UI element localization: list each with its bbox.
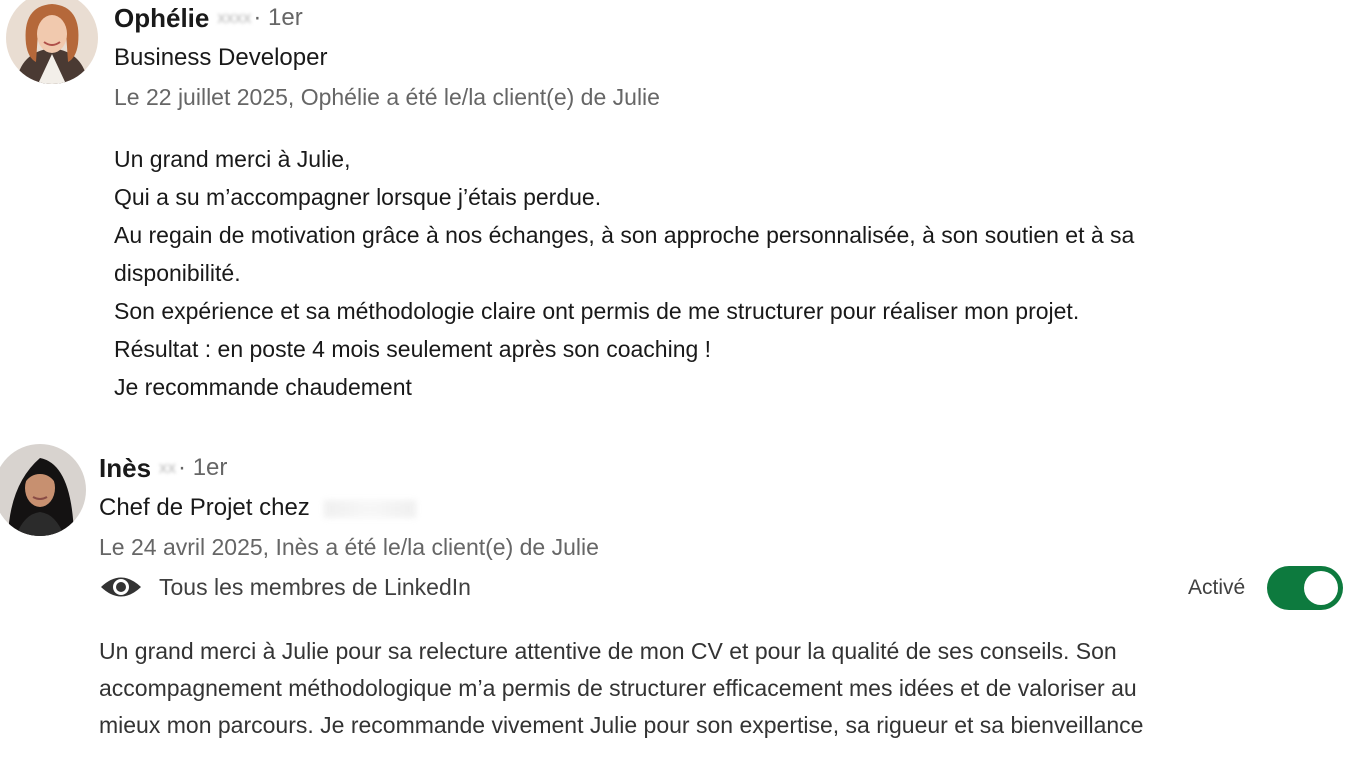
recommendation-text: Un grand merci à Julie pour sa relecture… <box>99 633 1359 744</box>
recommendation-text-line: Un grand merci à Julie pour sa relecture… <box>99 638 1117 664</box>
author-name-redacted: xxxx <box>217 8 252 27</box>
recommendation-text-line: Son expérience et sa méthodologie claire… <box>114 298 1080 324</box>
recommendations-page: Ophélie xxxx · 1er Business Developer Le… <box>0 0 1366 768</box>
connection-degree: · 1er <box>178 454 228 481</box>
recommendation-text-line: Au regain de motivation grâce à nos écha… <box>114 222 1135 248</box>
toggle-label: Activé <box>1188 576 1246 599</box>
recommendation-text-line: Qui a su m’accompagner lorsque j’étais p… <box>114 184 602 210</box>
author-headline: Business Developer <box>114 44 328 71</box>
company-redacted <box>324 499 417 518</box>
recommendation-text-line: Résultat : en poste 4 mois seulement apr… <box>114 336 712 362</box>
recommendation-text-line: Un grand merci à Julie, <box>114 146 351 172</box>
visibility-label: Tous les membres de LinkedIn <box>159 573 471 600</box>
display-toggle[interactable] <box>1267 566 1344 610</box>
visibility-setting: Tous les membres de LinkedIn <box>99 568 471 606</box>
connection-degree: · 1er <box>253 4 303 31</box>
toggle-knob <box>1304 571 1339 605</box>
author-name-redacted: xx <box>159 458 177 477</box>
recommendation-text-line: accompagnement méthodologique m’a permis… <box>99 675 1137 701</box>
author-headline-text: Chef de Projet chez <box>99 494 310 521</box>
author-name[interactable]: Ophélie <box>114 3 209 34</box>
display-toggle-group: Activé <box>1188 566 1344 610</box>
author-name-line: Ophélie xxxx · 1er <box>114 0 303 36</box>
recommendation-text: Un grand merci à Julie, Qui a su m’accom… <box>114 140 1354 406</box>
eye-icon <box>101 577 141 597</box>
recommendation-meta: Le 22 juillet 2025, Ophélie a été le/la … <box>114 84 660 110</box>
avatar[interactable] <box>0 444 86 536</box>
author-name-line: Inès xx · 1er <box>99 450 227 486</box>
recommendation-text-line: mieux mon parcours. Je recommande viveme… <box>99 712 1144 738</box>
author-headline: Chef de Projet chez <box>99 494 417 522</box>
recommendation-text-line: disponibilité. <box>114 260 241 286</box>
recommendation-text-line: Je recommande chaudement <box>114 374 412 400</box>
recommendation-meta: Le 24 avril 2025, Inès a été le/la clien… <box>99 534 599 560</box>
author-name[interactable]: Inès <box>99 453 151 484</box>
avatar[interactable] <box>6 0 98 84</box>
